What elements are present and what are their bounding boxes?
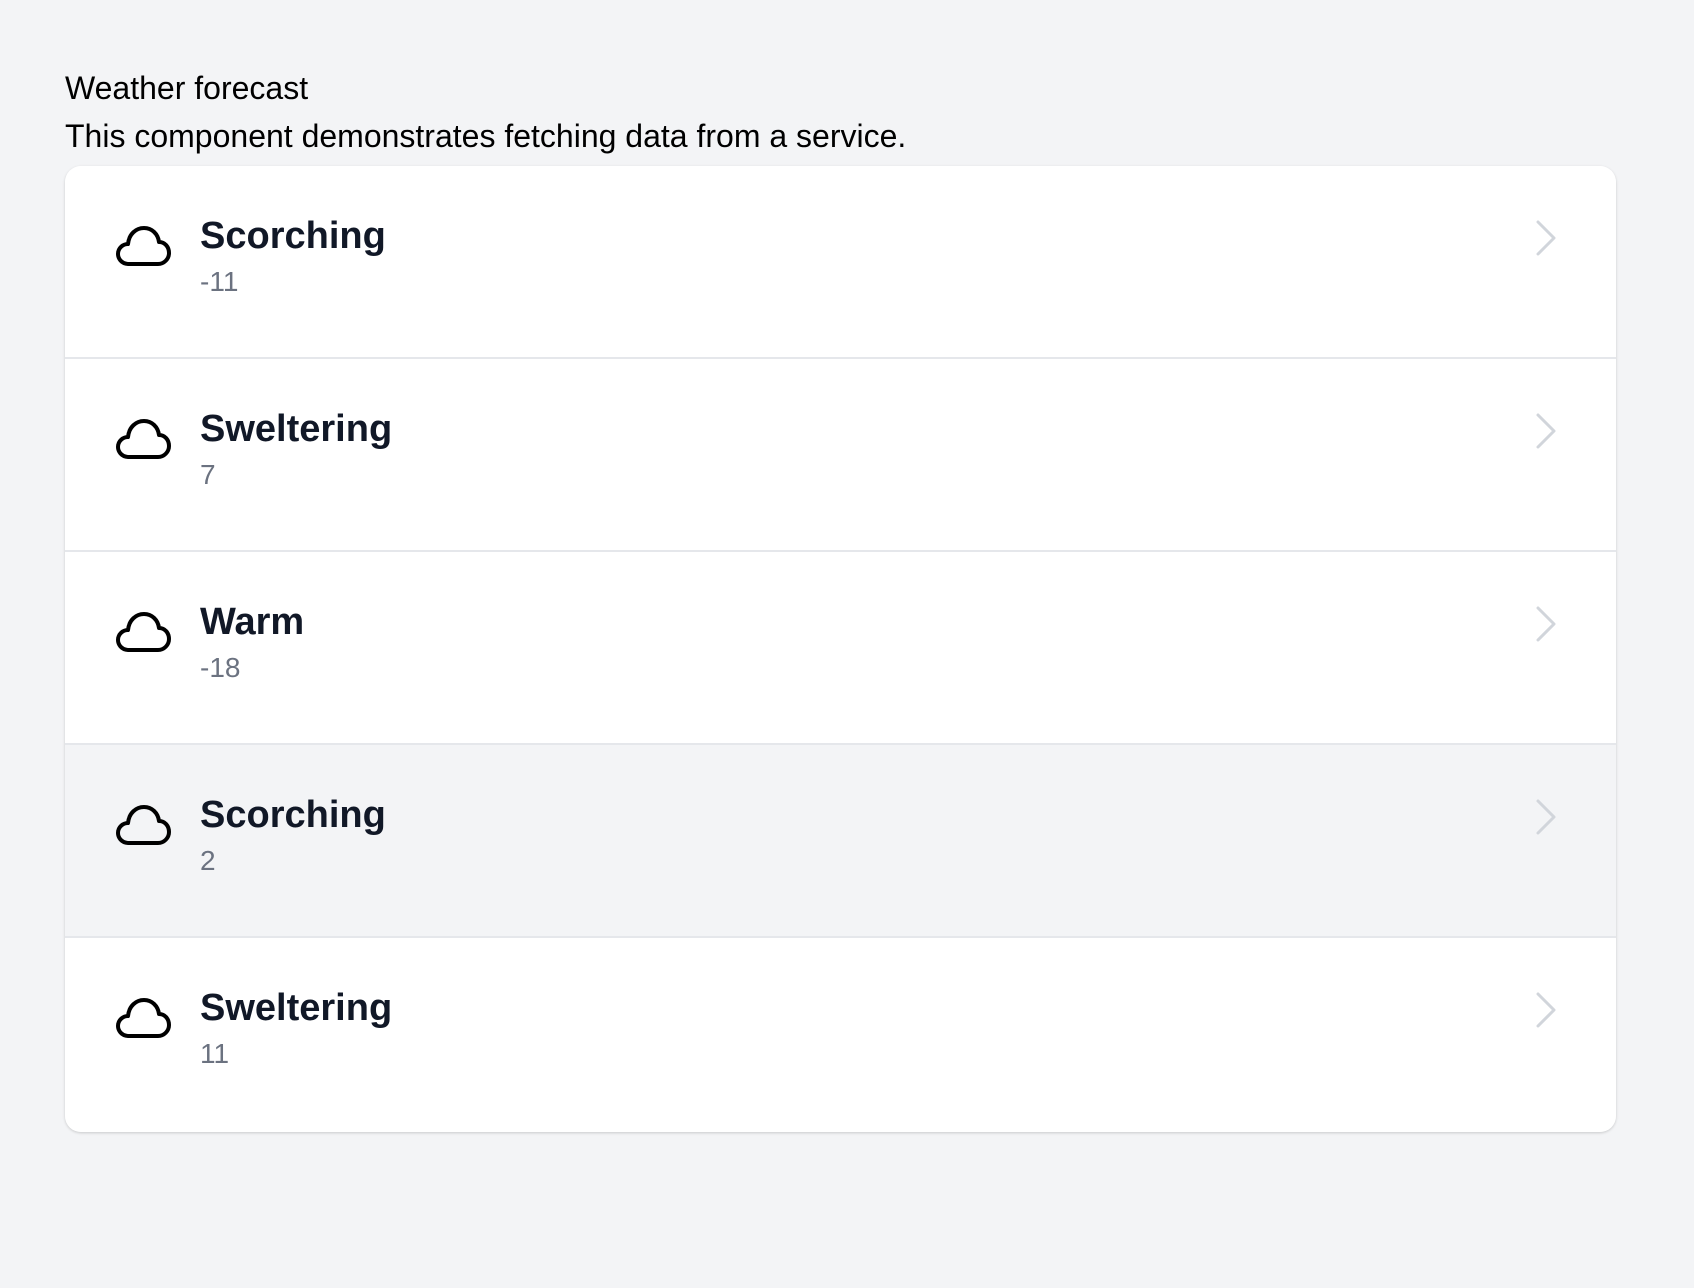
cloud-icon — [115, 996, 171, 1040]
forecast-summary: Warm — [200, 601, 305, 643]
forecast-text: Scorching -11 — [200, 214, 386, 302]
forecast-temperature: 7 — [200, 459, 216, 490]
forecast-summary: Scorching — [200, 215, 386, 257]
chevron-right-icon — [1534, 797, 1558, 837]
forecast-text: Sweltering 11 — [200, 986, 392, 1074]
page-title: Weather forecast — [65, 70, 309, 106]
page-description: This component demonstrates fetching dat… — [65, 118, 907, 154]
forecast-text: Warm -18 — [200, 600, 304, 688]
cloud-icon — [115, 224, 171, 268]
forecast-summary: Scorching — [200, 794, 386, 836]
forecast-item[interactable]: Scorching 2 — [65, 745, 1616, 938]
forecast-item[interactable]: Sweltering 11 — [65, 938, 1616, 1132]
cloud-icon — [115, 417, 171, 461]
forecast-text: Scorching 2 — [200, 793, 386, 881]
forecast-text: Sweltering 7 — [200, 407, 392, 495]
forecast-item[interactable]: Warm -18 — [65, 552, 1616, 745]
forecast-item[interactable]: Scorching -11 — [65, 166, 1616, 359]
chevron-right-icon — [1534, 990, 1558, 1030]
forecast-temperature: 11 — [200, 1038, 230, 1069]
forecast-temperature: -18 — [200, 652, 241, 683]
forecast-item[interactable]: Sweltering 7 — [65, 359, 1616, 552]
cloud-icon — [115, 803, 171, 847]
forecast-list: Scorching -11 Sweltering 7 Warm -18 Scor… — [65, 166, 1616, 1132]
chevron-right-icon — [1534, 411, 1558, 451]
forecast-summary: Sweltering — [200, 987, 393, 1029]
chevron-right-icon — [1534, 218, 1558, 258]
forecast-temperature: 2 — [200, 845, 216, 876]
cloud-icon — [115, 610, 171, 654]
weather-page: Weather forecast This component demonstr… — [65, 64, 1616, 1132]
forecast-summary: Sweltering — [200, 408, 393, 450]
chevron-right-icon — [1534, 604, 1558, 644]
forecast-temperature: -11 — [200, 266, 239, 297]
